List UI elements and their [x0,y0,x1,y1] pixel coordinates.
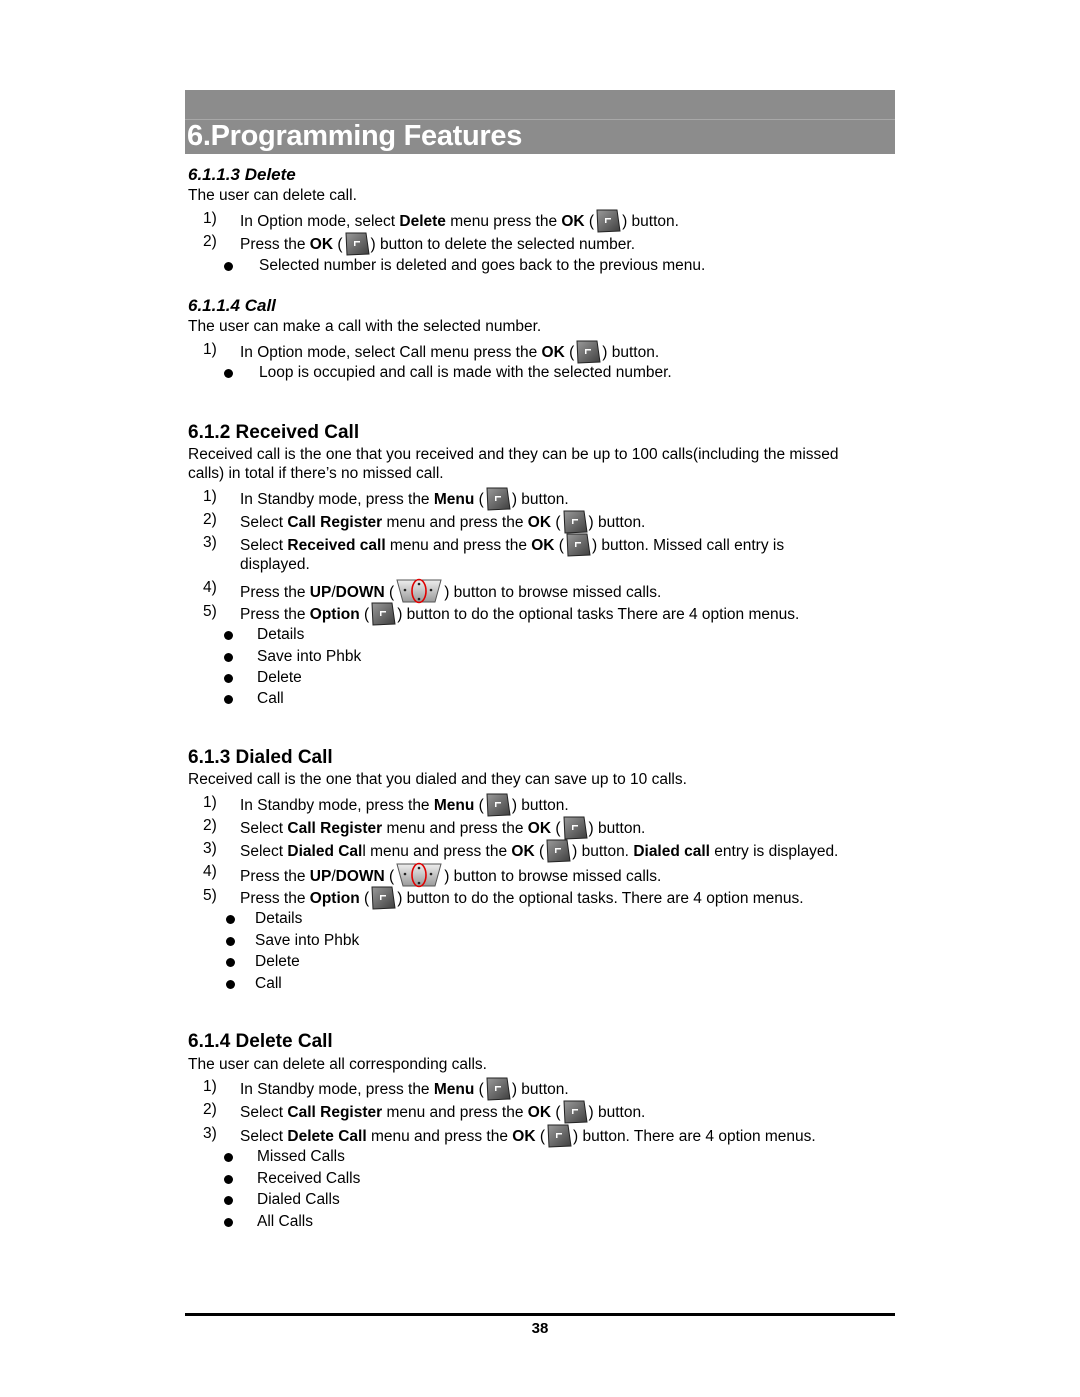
soft-key-icon [546,1124,572,1146]
section-intro: The user can make a call with the select… [188,318,542,335]
soft-key-icon [545,839,571,861]
nav-key-icon [395,578,443,604]
soft-key-icon [485,487,511,509]
section-heading-received-call: 6.1.2 Received Call [188,422,360,443]
nav-key-icon [395,862,443,888]
bullet-icon [224,1153,233,1162]
step-continuation: displayed. [240,556,310,573]
soft-key-icon [485,1077,511,1099]
bullet-icon [224,695,233,704]
bullet-icon [224,1175,233,1184]
bullet-icon [226,980,235,989]
section-intro: calls) in total if there’s no missed cal… [188,465,444,482]
soft-key-icon [370,886,396,908]
section-intro: The user can delete call. [188,187,357,204]
soft-key-icon [485,793,511,815]
section-intro: Received call is the one that you receiv… [188,446,839,463]
chapter-banner: 6.Programming Features [185,90,895,154]
bullet-icon [224,653,233,662]
bullet-icon [224,674,233,683]
bullet-icon [224,369,233,378]
soft-key-icon [562,816,588,838]
soft-key-icon [565,533,591,555]
soft-key-icon [562,1100,588,1122]
section-heading-call: 6.1.1.4 Call [188,296,276,315]
soft-key-icon [562,510,588,532]
chapter-title: 6.Programming Features [187,120,523,152]
section-intro: The user can delete all corresponding ca… [188,1056,487,1073]
bullet-icon [224,1196,233,1205]
bullet-icon [224,1218,233,1227]
page-number: 38 [531,1320,549,1337]
soft-key-icon [370,602,396,624]
soft-key-icon [595,209,621,231]
bullet-icon [224,262,233,271]
section-intro: Received call is the one that you dialed… [188,771,687,788]
bullet-icon [226,915,235,924]
section-heading-dialed-call: 6.1.3 Dialed Call [188,747,333,768]
soft-key-icon [344,232,370,254]
bullet-icon [224,631,233,640]
section-heading-delete: 6.1.1.3 Delete [188,165,296,184]
footer-divider [185,1313,895,1316]
bullet-icon [226,937,235,946]
soft-key-icon [575,340,601,362]
bullet-icon [226,958,235,967]
section-heading-delete-call: 6.1.4 Delete Call [188,1031,333,1052]
